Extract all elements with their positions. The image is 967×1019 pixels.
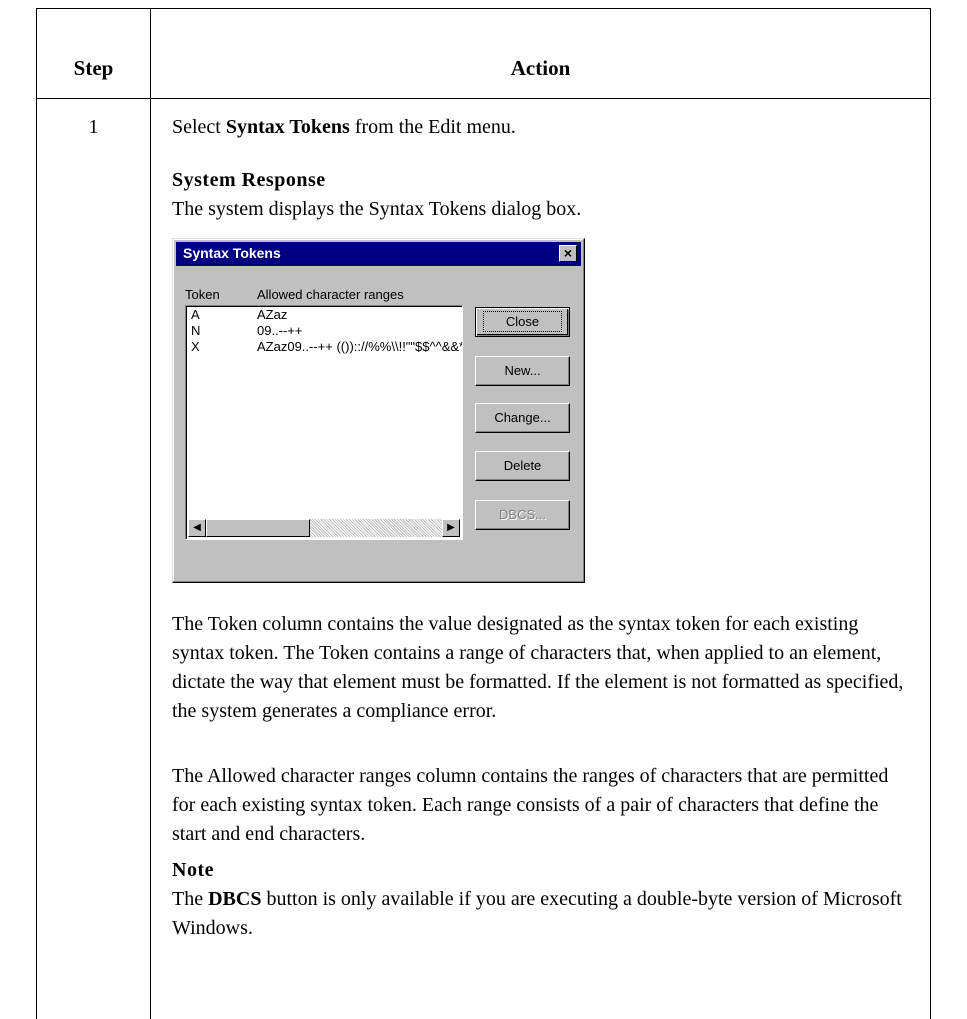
instruction-bold: Syntax Tokens <box>225 116 350 138</box>
note-bold: DBCS <box>208 888 262 910</box>
syntax-tokens-dialog: Syntax Tokens × Token Allowed character … <box>172 238 585 583</box>
token-cell: A <box>191 307 200 322</box>
token-list[interactable]: A AZaz N 09..--++ X AZaz09..--++ (())::/… <box>185 305 463 540</box>
ranges-cell: AZaz <box>257 307 288 322</box>
header-action: Action <box>510 56 571 80</box>
change-button[interactable]: Change... <box>475 403 570 433</box>
table-border-left <box>36 8 37 1019</box>
ranges-column-description: The Allowed character ranges column cont… <box>172 765 889 845</box>
ranges-cell: AZaz09..--++ (()):://%%\\!!""$$^^&&** <box>257 339 463 354</box>
table-column-divider <box>150 8 151 1019</box>
ranges-cell: 09..--++ <box>257 323 303 338</box>
step-number: 1 <box>88 116 99 138</box>
scrollbar-thumb[interactable] <box>206 519 310 537</box>
horizontal-scrollbar[interactable]: ◀ ▶ <box>188 519 460 537</box>
table-border-top <box>36 8 931 9</box>
close-icon[interactable]: × <box>559 245 577 262</box>
list-item[interactable]: N 09..--++ <box>186 323 462 339</box>
column-header-ranges: Allowed character ranges <box>257 287 404 302</box>
scroll-left-icon[interactable]: ◀ <box>188 519 206 537</box>
dbcs-button[interactable]: DBCS... <box>475 500 570 530</box>
table-header-divider <box>36 98 931 99</box>
list-item[interactable]: A AZaz <box>186 307 462 323</box>
table-border-right <box>930 8 931 1019</box>
column-header-token: Token <box>185 287 220 302</box>
system-response-heading: System Response <box>172 169 326 191</box>
token-cell: X <box>191 339 200 354</box>
dialog-title: Syntax Tokens <box>183 245 281 261</box>
close-button[interactable]: Close <box>475 307 570 337</box>
header-step: Step <box>73 56 114 80</box>
new-button[interactable]: New... <box>475 356 570 386</box>
step-instruction: Select Syntax Tokens from the Edit menu. <box>172 116 516 138</box>
system-response: System Response The system displays the S… <box>172 166 912 224</box>
dialog-titlebar: Syntax Tokens × <box>176 242 581 266</box>
system-response-text: The system displays the Syntax Tokens di… <box>172 198 582 220</box>
token-column-description: The Token column contains the value desi… <box>172 613 904 722</box>
scroll-right-icon[interactable]: ▶ <box>442 519 460 537</box>
delete-button[interactable]: Delete <box>475 451 570 481</box>
token-cell: N <box>191 323 201 338</box>
note: Note The DBCS button is only available if… <box>172 859 902 939</box>
note-heading: Note <box>172 859 214 881</box>
list-item[interactable]: X AZaz09..--++ (()):://%%\\!!""$$^^&&** <box>186 339 462 355</box>
